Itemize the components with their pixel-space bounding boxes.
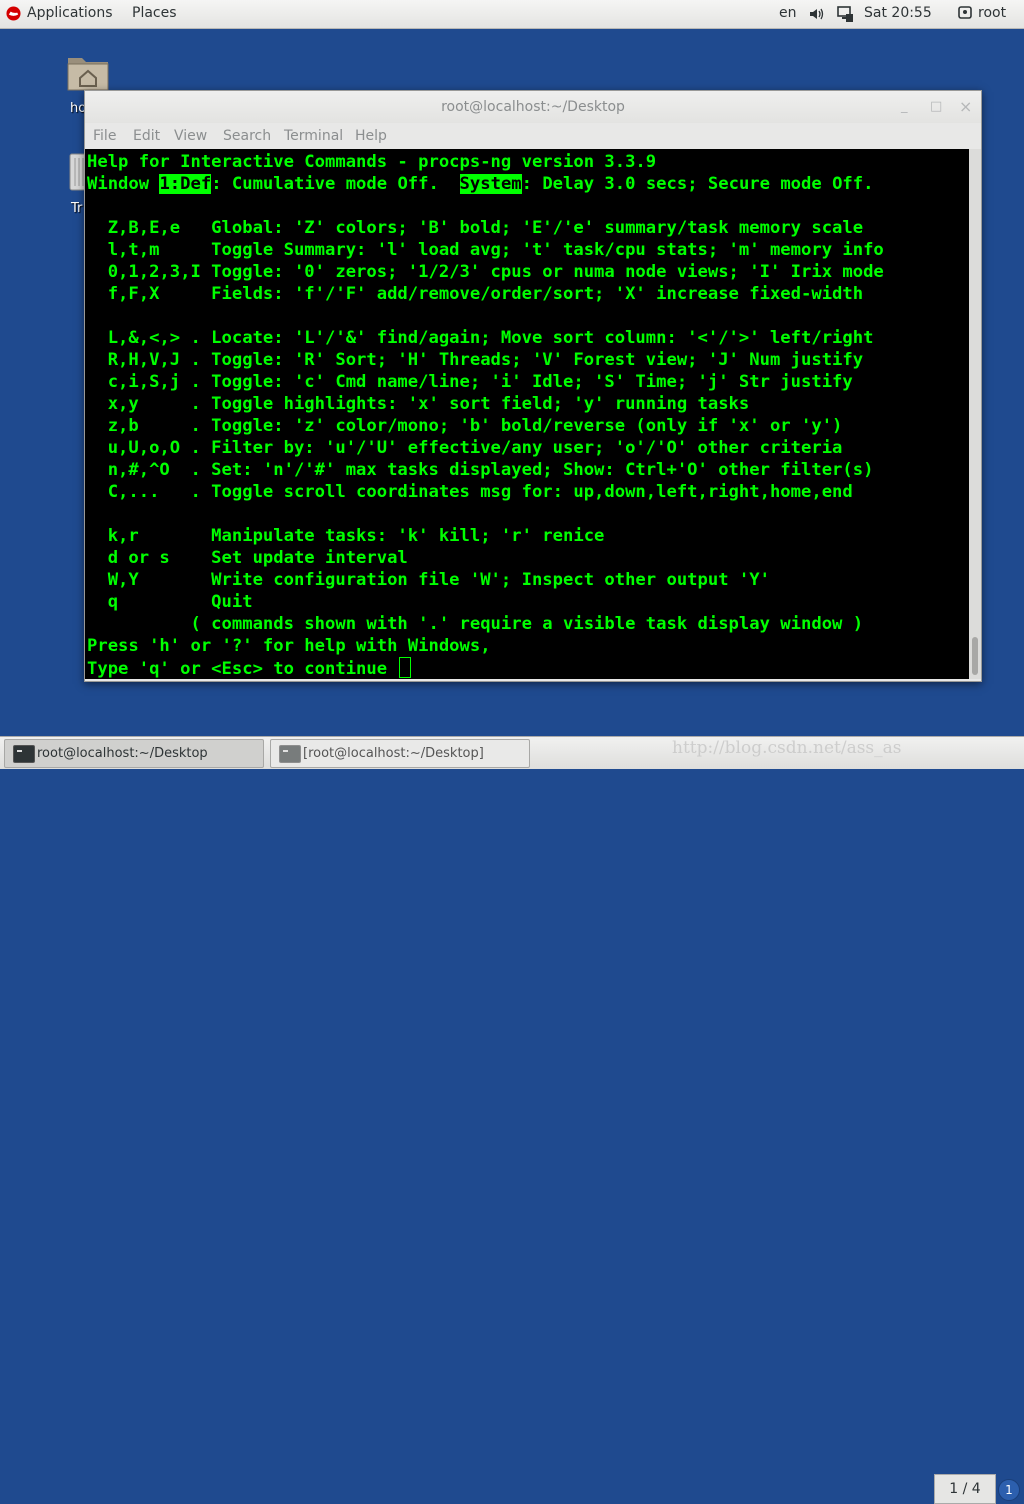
- applications-menu[interactable]: Applications: [27, 5, 113, 21]
- taskbar-terminal-minimized[interactable]: [root@localhost:~/Desktop]: [270, 739, 530, 768]
- close-button[interactable]: ×: [959, 91, 972, 123]
- language-indicator[interactable]: en: [779, 5, 797, 21]
- help-line: Press 'h' or '?' for help with Windows,: [87, 636, 491, 656]
- menu-view[interactable]: View: [174, 128, 207, 144]
- minimize-button[interactable]: _: [901, 91, 908, 123]
- help-line: k,r Manipulate tasks: 'k' kill; 'r' reni…: [87, 526, 605, 546]
- help-line: C,... . Toggle scroll coordinates msg fo…: [87, 482, 853, 502]
- menu-search[interactable]: Search: [223, 128, 271, 144]
- help-line: ( commands shown with '.' require a visi…: [87, 614, 864, 634]
- help-line: L,&,<,> . Locate: 'L'/'&' find/again; Mo…: [87, 328, 874, 348]
- help-line: R,H,V,J . Toggle: 'R' Sort; 'H' Threads;…: [87, 350, 864, 370]
- help-line: n,#,^O . Set: 'n'/'#' max tasks displaye…: [87, 460, 874, 480]
- places-menu[interactable]: Places: [132, 5, 177, 21]
- menu-terminal[interactable]: Terminal: [284, 128, 343, 144]
- menu-bar: File Edit View Search Terminal Help: [85, 125, 981, 149]
- help-line: l,t,m Toggle Summary: 'l' load avg; 't' …: [87, 240, 884, 260]
- watermark: http://blog.csdn.net/ass_as: [672, 738, 902, 758]
- window-status-line: Window 1:Def: Cumulative mode Off. Syste…: [87, 174, 874, 194]
- system-label: System: [459, 174, 522, 194]
- terminal-window[interactable]: root@localhost:~/Desktop _ □ × File Edit…: [84, 90, 982, 682]
- help-line: u,U,o,O . Filter by: 'u'/'U' effective/a…: [87, 438, 843, 458]
- volume-icon[interactable]: [808, 6, 824, 22]
- help-line: q Quit: [87, 592, 253, 612]
- user-menu[interactable]: root: [978, 5, 1006, 21]
- menu-help[interactable]: Help: [355, 128, 387, 144]
- help-header: Help for Interactive Commands - procps-n…: [87, 152, 657, 172]
- window-title-bar[interactable]: root@localhost:~/Desktop _ □ ×: [85, 91, 981, 123]
- help-line: d or s Set update interval: [87, 548, 408, 568]
- terminal-icon: [279, 745, 301, 763]
- home-folder-icon[interactable]: [66, 52, 110, 92]
- help-line: W,Y Write configuration file 'W'; Inspec…: [87, 570, 770, 590]
- help-line: f,F,X Fields: 'f'/'F' add/remove/order/s…: [87, 284, 864, 304]
- continue-prompt: Type 'q' or <Esc> to continue: [87, 657, 412, 679]
- window-title: root@localhost:~/Desktop: [441, 99, 625, 115]
- taskbar-terminal-active[interactable]: root@localhost:~/Desktop: [4, 739, 264, 768]
- help-line: Z,B,E,e Global: 'Z' colors; 'B' bold; 'E…: [87, 218, 864, 238]
- taskbar-item-label: root@localhost:~/Desktop: [37, 746, 208, 761]
- clock[interactable]: Sat 20:55: [864, 5, 932, 21]
- terminal-output[interactable]: Help for Interactive Commands - procps-n…: [85, 149, 969, 679]
- menu-file[interactable]: File: [93, 128, 116, 144]
- user-key-icon: [958, 6, 972, 19]
- help-line: z,b . Toggle: 'z' color/mono; 'b' bold/r…: [87, 416, 843, 436]
- help-line: 0,1,2,3,I Toggle: '0' zeros; '1/2/3' cpu…: [87, 262, 884, 282]
- redhat-logo-icon: [6, 6, 21, 21]
- help-line: x,y . Toggle highlights: 'x' sort field;…: [87, 394, 750, 414]
- help-line: c,i,S,j . Toggle: 'c' Cmd name/line; 'i'…: [87, 372, 853, 392]
- menu-edit[interactable]: Edit: [133, 128, 160, 144]
- window-def-label: 1:Def: [159, 174, 212, 194]
- terminal-scrollbar[interactable]: [969, 149, 981, 679]
- text-cursor: [399, 657, 412, 678]
- top-panel: Applications Places en Sat 20:55 root: [0, 0, 1024, 29]
- network-icon[interactable]: [836, 5, 854, 23]
- maximize-button[interactable]: □: [930, 91, 942, 123]
- scrollbar-thumb[interactable]: [972, 637, 978, 675]
- workspace-pager[interactable]: 1 / 4: [934, 1474, 996, 1504]
- notification-counter[interactable]: 1: [998, 1479, 1020, 1501]
- taskbar-item-label: [root@localhost:~/Desktop]: [303, 746, 484, 761]
- terminal-icon: [13, 745, 35, 763]
- trash-label[interactable]: Tr: [71, 201, 82, 216]
